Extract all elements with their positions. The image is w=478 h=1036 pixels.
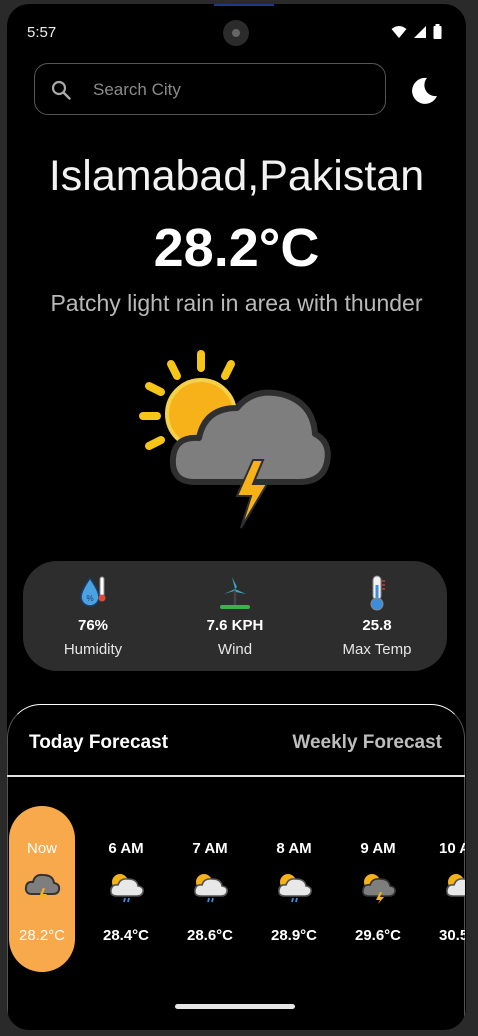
hour-temp: 29.6°C — [354, 927, 402, 944]
max-temp-value: 25.8 — [362, 617, 392, 634]
hourly-item[interactable]: 8 AM 28.9°C — [261, 806, 327, 972]
hour-temp: 30.5°C — [439, 927, 465, 944]
search-box[interactable] — [34, 63, 386, 116]
status-time: 5:57 — [27, 24, 57, 41]
hour-time: 9 AM — [360, 840, 396, 857]
hourly-item[interactable]: Now 28.2°C — [9, 806, 75, 972]
weather-condition: Patchy light rain in area with thunder — [50, 290, 423, 316]
hour-temp: 28.2°C — [18, 927, 66, 944]
humidity-label: Humidity — [63, 641, 123, 658]
sun-cloud-rain-icon — [110, 874, 144, 903]
sun-cloud-thunder-icon — [139, 350, 331, 529]
hour-time: 8 AM — [276, 840, 312, 857]
max-temp-label: Max Temp — [342, 641, 412, 658]
wind-turbine-icon — [220, 577, 250, 609]
camera-cutout — [223, 20, 249, 46]
hour-time: 6 AM — [108, 840, 144, 857]
tab-divider — [7, 775, 465, 777]
humidity-value: 76% — [77, 617, 109, 634]
search-icon — [51, 80, 71, 100]
wifi-icon — [391, 25, 407, 38]
cloud-thunder-icon — [24, 873, 61, 903]
battery-icon — [433, 24, 442, 39]
hourly-item[interactable]: 6 AM 28.4°C — [93, 806, 159, 972]
stat-humidity: % 76% Humidity — [23, 575, 163, 658]
hourly-item[interactable]: 10 AM 30.5°C — [429, 806, 465, 972]
hour-temp: 28.6°C — [186, 927, 234, 944]
weather-stats-card: % 76% Humidity 7.6 KPH Wind 25.8 Max Tem… — [23, 561, 447, 671]
moon-icon[interactable] — [407, 74, 441, 108]
tab-weekly-forecast[interactable]: Weekly Forecast — [292, 732, 442, 754]
tab-today-forecast[interactable]: Today Forecast — [29, 732, 168, 754]
stat-max-temp: 25.8 Max Temp — [307, 575, 447, 658]
svg-text:%: % — [86, 594, 93, 603]
status-icons — [391, 24, 442, 39]
thermometer-icon — [370, 575, 385, 611]
hourly-item[interactable]: 7 AM 28.6°C — [177, 806, 243, 972]
hour-time: 7 AM — [192, 840, 228, 857]
hour-temp: 28.4°C — [102, 927, 150, 944]
sun-cloud-rain-icon — [446, 874, 465, 897]
current-temperature: 28.2°C — [153, 218, 320, 278]
signal-icon — [414, 25, 426, 38]
wind-value: 7.6 KPH — [206, 617, 264, 634]
search-input[interactable] — [91, 64, 375, 116]
hour-time: 10 AM — [439, 840, 465, 857]
hourly-item[interactable]: 9 AM 29.6°C — [345, 806, 411, 972]
app-screen: 5:57 Islamabad,Pakistan 28.2°C Patchy li… — [7, 4, 466, 1030]
sun-cloud-rain-icon — [194, 874, 228, 903]
status-bar: 5:57 — [7, 4, 466, 56]
home-indicator[interactable] — [175, 1004, 295, 1009]
humidity-icon: % — [80, 576, 106, 607]
hour-time: Now — [26, 840, 57, 857]
hour-temp: 28.9°C — [270, 927, 318, 944]
wind-label: Wind — [217, 641, 253, 658]
stat-wind: 7.6 KPH Wind — [165, 575, 305, 658]
location-title: Islamabad,Pakistan — [48, 152, 425, 200]
hourly-forecast-list[interactable]: Now 28.2°C 6 AM 28.4°C 7 AM 28.6°C 8 AM … — [7, 806, 465, 976]
sun-cloud-rain-icon — [278, 874, 312, 903]
sun-cloud-thunder-icon — [362, 874, 396, 904]
